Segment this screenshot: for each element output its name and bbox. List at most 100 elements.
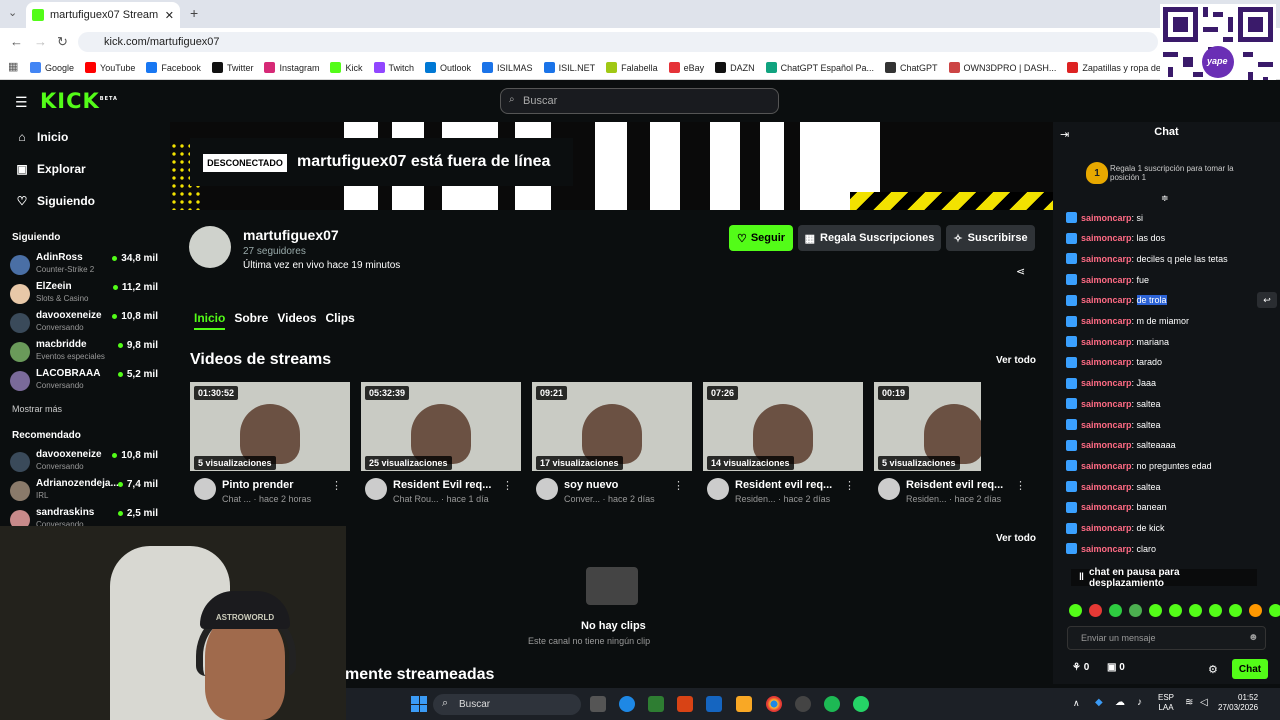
emoji-icon[interactable]: ☻ [1248,632,1259,643]
tray-chevron-icon[interactable]: ∧ [1073,698,1080,709]
chat-message[interactable]: saimoncarp: fue [1066,274,1149,286]
bookmark-item[interactable]: ChatGPT [885,62,938,73]
chat-username[interactable]: saimoncarp [1081,399,1132,409]
chat-send-button[interactable]: Chat [1232,659,1268,679]
whatsapp-icon[interactable] [853,696,869,712]
more-options-icon[interactable]: ⋮ [1015,479,1026,492]
system-clock[interactable]: 01:52 27/03/2026 [1218,693,1258,713]
reply-icon[interactable]: ↩ [1257,292,1277,308]
chat-message[interactable]: saimoncarp: m de miamor [1066,315,1189,327]
emote-icon[interactable] [1069,604,1082,617]
gift-subs-button[interactable]: ▦ Regala Suscripciones [798,225,941,251]
bookmark-item[interactable]: Kick [330,62,363,73]
chat-message[interactable]: saimoncarp: deciles q pele las tetas [1066,253,1228,265]
video-title[interactable]: Reisdent evil req... [906,479,1003,491]
bookmark-item[interactable]: ISILMAS [482,62,533,73]
chat-message[interactable]: saimoncarp: banean [1066,501,1167,513]
chat-username[interactable]: saimoncarp [1081,502,1132,512]
bookmark-item[interactable]: Google [30,62,74,73]
chat-message[interactable]: saimoncarp: salteaaaa [1066,439,1176,451]
emote-icon[interactable] [1249,604,1262,617]
chat-username[interactable]: saimoncarp [1081,544,1132,554]
bookmark-item[interactable]: ISIL.NET [543,62,595,73]
video-title[interactable]: soy nuevo [564,479,618,491]
emote-icon[interactable] [1269,604,1280,617]
chat-username[interactable]: saimoncarp [1081,523,1132,533]
emote-icon[interactable] [1129,604,1142,617]
nav-explorar[interactable]: ▣ Explorar [15,162,85,176]
sidebar-channel[interactable]: AdinRoss Counter-Strike 2 34,8 mil [10,252,162,278]
volume-icon[interactable]: ◁ [1200,697,1208,708]
word-icon[interactable] [706,696,722,712]
more-options-icon[interactable]: ⋮ [331,479,342,492]
chat-pin-icon[interactable]: ≑ [1161,193,1169,204]
video-thumbnail[interactable]: 01:30:52 5 visualizaciones [190,382,350,471]
emote-icon[interactable] [1149,604,1162,617]
edge-icon[interactable] [619,696,635,712]
menu-icon[interactable]: ☰ [15,94,28,111]
chat-username[interactable]: saimoncarp [1081,233,1132,243]
bookmark-item[interactable]: Falabella [606,62,658,73]
video-title[interactable]: Resident evil req... [735,479,832,491]
mic-icon[interactable]: ♪ [1137,697,1142,708]
channel-avatar[interactable] [189,226,231,268]
bookmark-item[interactable]: Instagram [264,62,319,73]
more-options-icon[interactable]: ⋮ [844,479,855,492]
new-tab-icon[interactable]: + [190,5,198,21]
sidebar-channel[interactable]: davooxeneize Conversando 10,8 mil [10,449,162,475]
chat-username[interactable]: saimoncarp [1081,482,1132,492]
chat-message[interactable]: saimoncarp: tarado [1066,356,1162,368]
emote-icon[interactable] [1109,604,1122,617]
apps-grid-icon[interactable]: ▦ [8,60,18,73]
chat-username[interactable]: saimoncarp [1081,440,1132,450]
obs-icon[interactable] [795,696,811,712]
follow-button[interactable]: ♡ Seguir [729,225,793,251]
emote-icon[interactable] [1209,604,1222,617]
gifts-count[interactable]: ▣ 0 [1107,662,1125,673]
back-icon[interactable]: ← [10,34,23,49]
chat-message[interactable]: saimoncarp: saltea [1066,419,1161,430]
onedrive-icon[interactable]: ☁ [1115,697,1125,708]
chat-username[interactable]: saimoncarp [1081,357,1132,367]
search-input[interactable]: ⌕ Buscar [500,88,779,114]
bookmark-item[interactable]: OWN3DPRO | DASH... [948,62,1056,73]
tab-clips[interactable]: Clips [326,311,355,330]
language-indicator[interactable]: ESP LAA [1158,693,1174,713]
sidebar-channel[interactable]: LACOBRAAA Conversando 5,2 mil [10,368,162,394]
more-options-icon[interactable]: ⋮ [673,479,684,492]
bookmark-item[interactable]: Facebook [146,62,201,73]
kicks-count[interactable]: ⚘ 0 [1072,662,1089,673]
reload-icon[interactable]: ↻ [57,34,68,50]
see-all-videos-link[interactable]: Ver todo [996,355,1036,366]
browser-tab[interactable]: martufiguex07 Stream - Watch ✕ [26,2,180,28]
taskbar-search[interactable]: ⌕ Buscar [433,694,581,715]
close-tab-icon[interactable]: ✕ [165,9,174,22]
chat-message[interactable]: saimoncarp: saltea [1066,398,1161,410]
spotify-icon[interactable] [824,696,840,712]
sidebar-channel[interactable]: davooxeneize Conversando 10,8 mil [10,310,162,336]
bookmark-item[interactable]: Zapatillas y ropa de... [1067,62,1168,73]
video-title[interactable]: Resident Evil req... [393,479,491,491]
chat-message[interactable]: saimoncarp: mariana [1066,336,1169,348]
powerpoint-icon[interactable] [677,696,693,712]
tab-sobre[interactable]: Sobre [234,311,268,330]
forward-icon[interactable]: → [34,34,47,49]
nav-siguiendo[interactable]: ♡ Siguiendo [15,194,95,208]
gear-icon[interactable]: ⚙ [1208,663,1218,676]
video-thumbnail[interactable]: 07:26 14 visualizaciones [703,382,863,471]
emote-icon[interactable] [1189,604,1202,617]
chat-username[interactable]: saimoncarp [1081,254,1132,264]
bookmark-item[interactable]: Outlook [425,62,471,73]
bookmark-item[interactable]: Twitter [211,62,253,73]
kick-logo[interactable]: KICKBETA [40,89,118,113]
store-icon[interactable] [648,696,664,712]
more-options-icon[interactable]: ⋮ [502,479,513,492]
windows-start-icon[interactable] [411,696,427,712]
emote-icon[interactable] [1089,604,1102,617]
bookmark-item[interactable]: eBay [668,62,704,73]
sidebar-channel[interactable]: ElZeein Slots & Casino 11,2 mil [10,281,162,307]
see-all-clips-link[interactable]: Ver todo [996,533,1036,544]
chat-message[interactable]: saimoncarp: Jaaa [1066,377,1156,389]
explorer-icon[interactable] [736,696,752,712]
wifi-icon[interactable]: ≋ [1185,697,1193,708]
